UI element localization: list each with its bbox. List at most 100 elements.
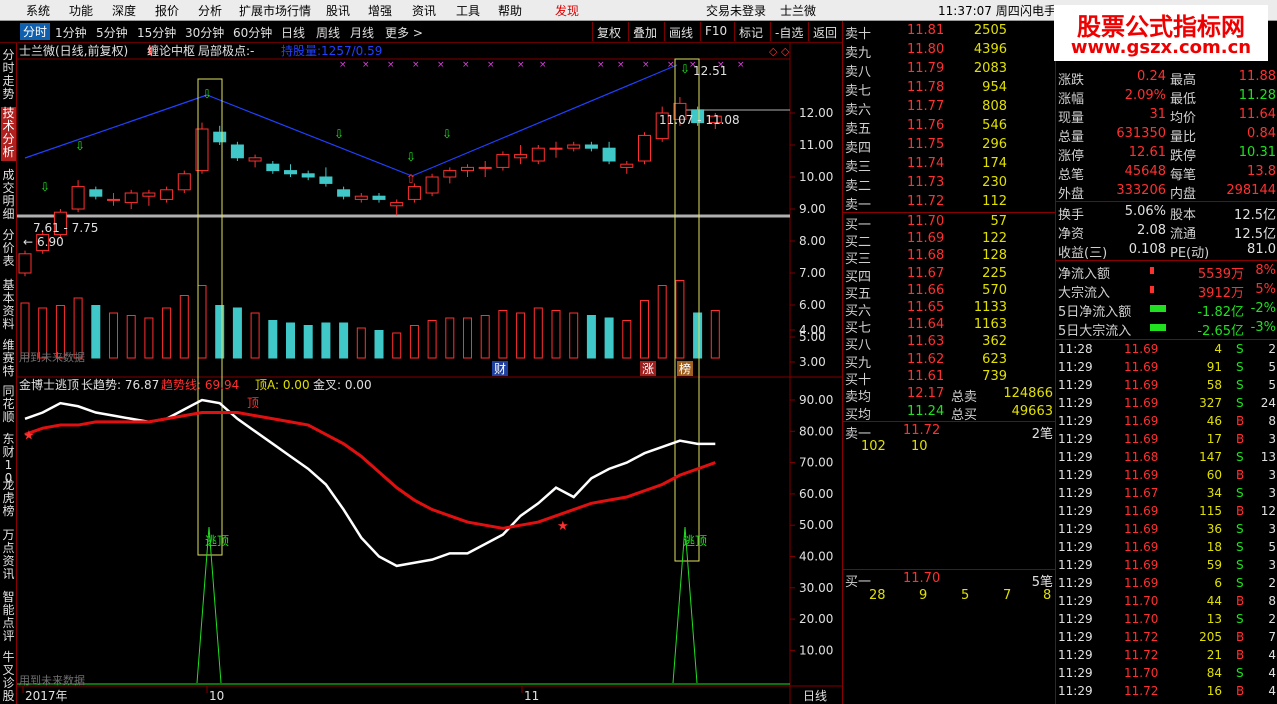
- down-arrow-icon: ⇩: [334, 127, 344, 141]
- period-30min[interactable]: 30分钟: [185, 24, 224, 41]
- period-1min[interactable]: 1分钟: [55, 24, 87, 41]
- menu-help[interactable]: 帮助: [498, 2, 522, 19]
- period-tab-daily[interactable]: 日线: [803, 689, 827, 703]
- period-5min[interactable]: 5分钟: [96, 24, 128, 41]
- tick-volume: 13: [1206, 612, 1222, 626]
- expand-icon[interactable]: ◇: [781, 45, 790, 58]
- candle-body: [230, 144, 244, 159]
- badge-limit-up[interactable]: 涨: [642, 361, 654, 376]
- tick-volume: 44: [1206, 594, 1222, 608]
- tick-row: 11:29 11.69 59 S 3: [1056, 557, 1277, 575]
- tick-side: B: [1236, 630, 1245, 644]
- tick-price: 11.70: [1124, 612, 1159, 626]
- info-label: 均价: [1170, 111, 1197, 126]
- kline-chart[interactable]: 士兰微(日线,前复权) ⬆ 缠论中枢 局部极点:- 持股量:1257/0.59 …: [17, 43, 842, 704]
- side-tab-fundamentals[interactable]: 基本资料: [1, 279, 16, 333]
- flow-value: -2.65亿: [1197, 324, 1244, 339]
- mark-button[interactable]: 标记: [734, 22, 767, 41]
- draw-line-button[interactable]: 画线: [664, 22, 697, 41]
- side-tab-news[interactable]: 万点资讯: [1, 529, 16, 583]
- back-button[interactable]: 返回: [808, 22, 841, 41]
- info-row: 总量 631350 量比 0.84: [1056, 125, 1277, 145]
- badge-finance[interactable]: 财: [494, 362, 506, 376]
- tick-price: 11.72: [1124, 684, 1159, 698]
- tick-row: 11:29 11.69 58 S 5: [1056, 377, 1277, 395]
- info-label: 总量: [1058, 130, 1085, 145]
- period-15min[interactable]: 15分钟: [137, 24, 176, 41]
- ask-level: 卖一: [845, 198, 872, 213]
- osc-tick-label: 90.00: [799, 393, 833, 407]
- ask-average-row: 卖均 12.17 总卖 124866: [845, 386, 1053, 405]
- side-tab-dragon-tiger[interactable]: 龙虎榜: [1, 479, 16, 521]
- menu-analysis[interactable]: 分析: [198, 2, 222, 19]
- tick-count: 3: [1268, 558, 1276, 572]
- info-label: 流通: [1170, 227, 1197, 242]
- collapse-icon[interactable]: ◇: [769, 45, 778, 58]
- flow-value: 5539万: [1197, 267, 1244, 282]
- period-more[interactable]: 更多 >: [385, 24, 423, 41]
- signal-x-mark: ×: [487, 60, 495, 70]
- volume-bar: [445, 317, 455, 359]
- sell1-queue-orders: 102 10: [861, 439, 928, 454]
- tick-price: 11.69: [1124, 396, 1159, 410]
- bid-volume: 1163: [973, 317, 1007, 333]
- indicator-chanlun[interactable]: 缠论中枢: [147, 43, 195, 58]
- info-row: 现量 31 均价 11.64: [1056, 106, 1277, 126]
- menu-stock-news[interactable]: 股讯: [326, 2, 350, 19]
- period-monthly[interactable]: 月线: [350, 24, 374, 41]
- menu-tools[interactable]: 工具: [456, 2, 480, 19]
- indicator-local-extreme[interactable]: 局部极点:-: [198, 43, 254, 58]
- side-tab-review[interactable]: 智能点评: [1, 591, 16, 645]
- badge-list[interactable]: 榜: [679, 361, 691, 376]
- menu-depth[interactable]: 深度: [112, 2, 136, 19]
- ask-row: 卖九 11.80 4396: [843, 41, 1055, 61]
- tick-side: S: [1236, 486, 1244, 500]
- candle-body: [18, 253, 32, 274]
- period-daily[interactable]: 日线: [281, 24, 305, 41]
- side-tab-weisaite[interactable]: 维赛特: [1, 339, 16, 379]
- side-tab-trades[interactable]: 成交明细: [1, 169, 16, 223]
- f10-button[interactable]: F10: [700, 22, 731, 41]
- volume-bar: [250, 312, 260, 359]
- info-row: 涨停 12.61 跌停 10.31: [1056, 144, 1277, 164]
- star-icon: ★: [557, 519, 569, 534]
- side-tab-diagnosis[interactable]: 牛叉诊股: [1, 651, 16, 703]
- menu-enhance[interactable]: 增强: [368, 2, 392, 19]
- tick-count: 24: [1260, 396, 1276, 410]
- volume-bar: [409, 325, 419, 359]
- side-tab-tonghuashun[interactable]: 同花顺: [1, 385, 16, 425]
- osc-trend: 趋势线: 69.94: [161, 378, 239, 392]
- menu-function[interactable]: 功能: [69, 2, 93, 19]
- period-intraday[interactable]: 分时: [20, 23, 51, 40]
- menu-system[interactable]: 系统: [26, 2, 50, 19]
- volume-bar: [640, 300, 649, 359]
- menu-quote[interactable]: 报价: [155, 2, 179, 19]
- tick-row: 11:28 11.69 4 S 2: [1056, 341, 1277, 359]
- side-tab-dongcai[interactable]: 东财10: [1, 433, 16, 485]
- price-tick-label: 6.00: [799, 298, 826, 312]
- side-tab-price-table[interactable]: 分价表: [1, 229, 16, 271]
- menu-discover[interactable]: 发现: [555, 2, 579, 19]
- tick-row: 11:29 11.70 84 S 4: [1056, 665, 1277, 683]
- info-value: 12.5亿: [1234, 208, 1276, 223]
- menu-info[interactable]: 资讯: [412, 2, 436, 19]
- tick-side: S: [1236, 612, 1244, 626]
- watchlist-button[interactable]: -自选: [770, 22, 807, 41]
- period-weekly[interactable]: 周线: [316, 24, 340, 41]
- osc-name[interactable]: 金博士逃顶: [19, 377, 79, 392]
- overlay-button[interactable]: 叠加: [628, 22, 661, 41]
- flash-trade[interactable]: 闪电手: [1020, 2, 1056, 19]
- adjust-button[interactable]: 复权: [592, 22, 625, 41]
- period-60min[interactable]: 60分钟: [233, 24, 272, 41]
- menu-ext-market[interactable]: 扩展市场行情: [239, 2, 311, 19]
- side-tab-intraday[interactable]: 分时走势: [1, 49, 16, 101]
- candle-body: [248, 157, 262, 162]
- tick-count: 2: [1268, 342, 1276, 356]
- side-tab-technical[interactable]: 技术分析: [1, 107, 16, 161]
- tick-count: 2: [1268, 576, 1276, 590]
- osc-tick-label: 20.00: [799, 612, 833, 626]
- ask-row: 卖六 11.77 808: [843, 98, 1055, 118]
- info-row: 收益(三) 0.108 PE(动) 81.0: [1056, 241, 1277, 261]
- login-status[interactable]: 交易未登录: [706, 2, 766, 19]
- tick-price: 11.69: [1124, 504, 1159, 518]
